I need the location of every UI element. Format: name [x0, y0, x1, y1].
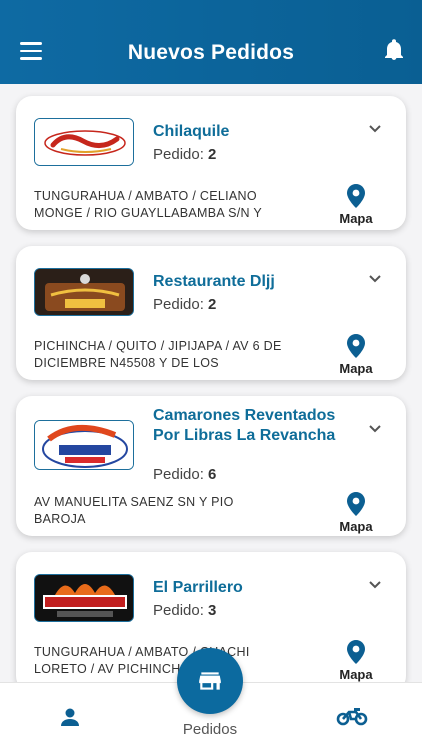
order-card[interactable]: Restaurante Dljj Pedido: 2 PICHINCHA / Q… [16, 246, 406, 380]
restaurant-name: Camarones Reventados Por Libras La Revan… [153, 407, 336, 444]
restaurant-logo [34, 268, 134, 316]
order-number: Pedido: 2 [153, 296, 217, 313]
order-address: TUNGURAHUA / AMBATO / CELIANO MONGE / RI… [34, 189, 263, 220]
map-button[interactable]: Mapa [336, 334, 376, 378]
chevron-down-icon[interactable] [368, 122, 382, 136]
order-address: PICHINCHA / QUITO / JIPIJAPA / AV 6 DE D… [34, 339, 282, 370]
map-button[interactable]: Mapa [336, 184, 376, 228]
order-card[interactable]: Chilaquile Pedido: 2 TUNGURAHUA / AMBATO… [16, 96, 406, 230]
map-button[interactable]: Mapa [336, 492, 376, 536]
order-number: Pedido: 2 [153, 146, 217, 163]
bell-icon[interactable] [382, 38, 406, 62]
order-number: Pedido: 3 [153, 602, 217, 619]
app-header: Nuevos Pedidos [0, 0, 422, 84]
order-number: Pedido: 6 [153, 466, 217, 483]
map-pin-icon [347, 640, 365, 664]
order-address: AV MANUELITA SAENZ SN Y PIO BAROJA [34, 495, 234, 526]
restaurant-logo [34, 420, 134, 470]
order-address: TUNGURAHUA / AMBATO / CHACHI LORETO / AV… [34, 645, 250, 676]
map-pin-icon [347, 334, 365, 358]
orders-list: Chilaquile Pedido: 2 TUNGURAHUA / AMBATO… [0, 84, 422, 682]
restaurant-name: Restaurante Dljj [153, 273, 275, 290]
restaurant-name: Chilaquile [153, 123, 230, 140]
order-card[interactable]: Camarones Reventados Por Libras La Revan… [16, 396, 406, 536]
chevron-down-icon[interactable] [368, 422, 382, 436]
chevron-down-icon[interactable] [368, 578, 382, 592]
chevron-down-icon[interactable] [368, 272, 382, 286]
restaurant-name: El Parrillero [153, 579, 243, 596]
tab-pedidos-label[interactable]: Pedidos [170, 721, 250, 738]
page-title: Nuevos Pedidos [127, 41, 295, 64]
restaurant-logo [34, 574, 134, 622]
map-pin-icon [347, 492, 365, 516]
map-pin-icon [347, 184, 365, 208]
restaurant-logo [34, 118, 134, 166]
store-icon [199, 672, 221, 690]
map-button[interactable]: Mapa [336, 640, 376, 682]
motorcycle-icon[interactable] [336, 705, 368, 727]
pedidos-store-button[interactable] [177, 648, 243, 714]
person-icon[interactable] [58, 705, 82, 729]
